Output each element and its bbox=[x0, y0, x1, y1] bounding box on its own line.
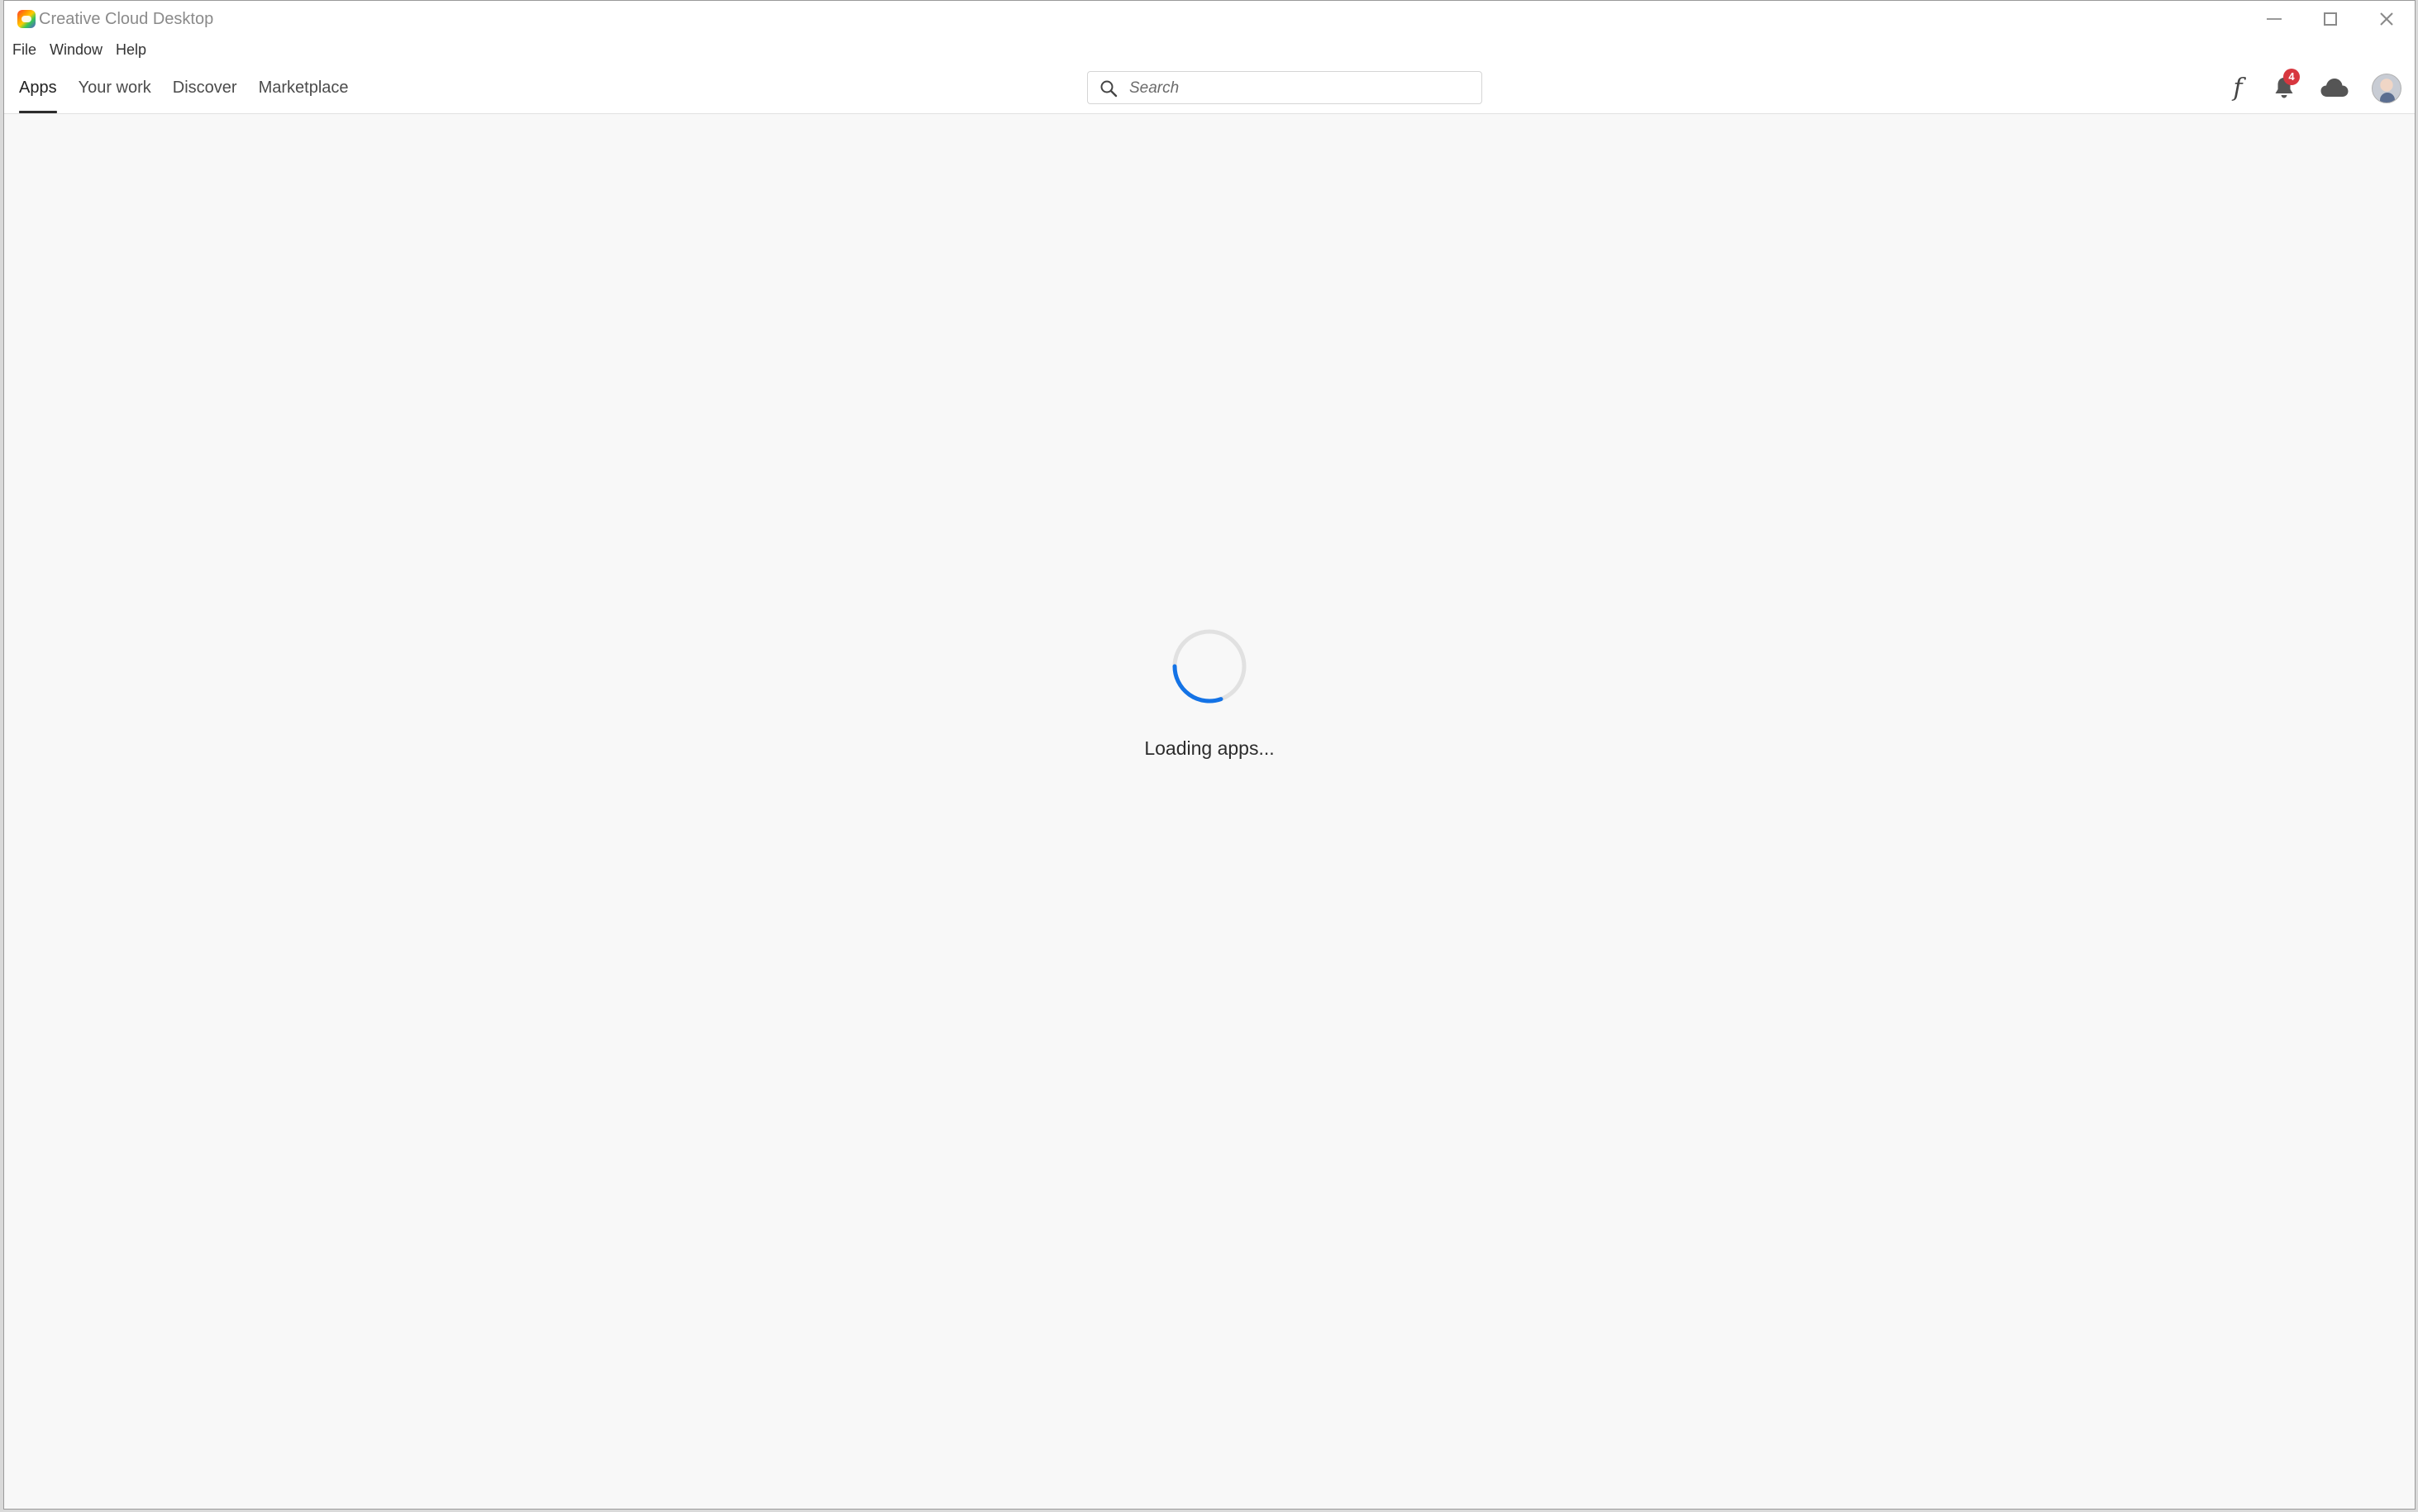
maximize-icon bbox=[2324, 12, 2337, 26]
avatar[interactable] bbox=[2372, 74, 2401, 103]
search-input[interactable] bbox=[1128, 72, 1462, 105]
main-content bbox=[4, 114, 2415, 1509]
loading-message: Loading apps... bbox=[1144, 737, 1275, 759]
tab-your-work[interactable]: Your work bbox=[79, 62, 151, 113]
title-bar[interactable]: Creative Cloud Desktop bbox=[4, 1, 2415, 37]
fonts-icon[interactable]: f bbox=[2222, 72, 2253, 103]
close-icon bbox=[2380, 12, 2393, 26]
window-title: Creative Cloud Desktop bbox=[39, 10, 214, 28]
cloud-sync-button[interactable] bbox=[2319, 72, 2350, 103]
menu-window[interactable]: Window bbox=[50, 40, 103, 60]
cloud-icon bbox=[2320, 79, 2349, 97]
tab-marketplace[interactable]: Marketplace bbox=[259, 62, 349, 113]
menu-bar: File Window Help bbox=[4, 37, 2415, 62]
close-button[interactable] bbox=[2358, 1, 2415, 37]
menu-help[interactable]: Help bbox=[116, 40, 146, 60]
notifications-button[interactable]: 4 bbox=[2268, 69, 2300, 103]
menu-file[interactable]: File bbox=[12, 40, 36, 60]
maximize-button[interactable] bbox=[2302, 1, 2358, 37]
minimize-button[interactable] bbox=[2246, 1, 2302, 37]
nav-header: Apps Your work Discover Marketplace f 4 bbox=[4, 62, 2415, 114]
minimize-icon bbox=[2267, 18, 2282, 20]
creative-cloud-logo-icon bbox=[17, 10, 36, 28]
search-box[interactable] bbox=[1087, 71, 1482, 105]
app-window: Creative Cloud Desktop File Window Help … bbox=[3, 0, 2416, 1510]
loading-spinner-icon bbox=[1172, 629, 1247, 704]
search-icon bbox=[1100, 80, 1118, 98]
notification-badge: 4 bbox=[2283, 69, 2300, 85]
tab-apps[interactable]: Apps bbox=[19, 62, 57, 113]
tab-discover[interactable]: Discover bbox=[173, 62, 237, 113]
nav-tabs: Apps Your work Discover Marketplace bbox=[19, 62, 370, 113]
